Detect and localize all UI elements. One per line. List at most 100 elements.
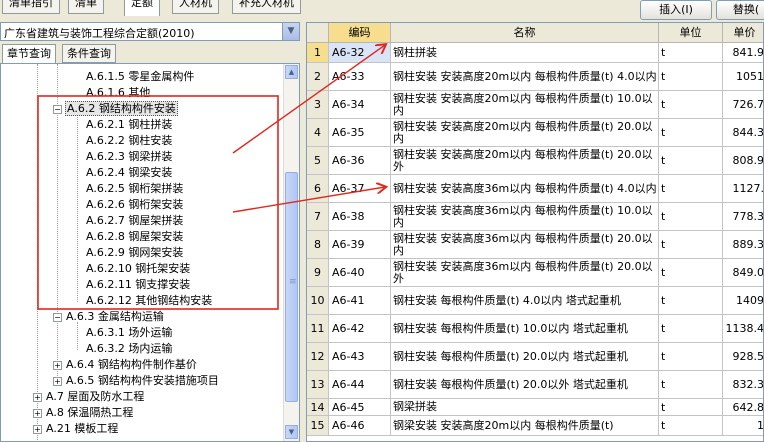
row-code[interactable]: A6-43 bbox=[329, 343, 391, 371]
row-name[interactable]: 钢柱安装 安装高度20m以内 每根构件质量(t) 20.0以外 bbox=[391, 147, 659, 175]
row-name[interactable]: 钢柱安装 每根构件质量(t) 10.0以内 塔式起重机 bbox=[391, 315, 659, 343]
row-code[interactable]: A6-42 bbox=[329, 315, 391, 343]
row-price[interactable]: 1 bbox=[723, 416, 763, 436]
row-number[interactable]: 9 bbox=[307, 259, 329, 287]
collapse-icon[interactable]: − bbox=[53, 104, 62, 114]
tree-node[interactable]: − A.6.3 金属结构运输 bbox=[53, 309, 165, 325]
table-row[interactable]: 4 A6-35 钢柱安装 安装高度20m以内 每根构件质量(t) 20.0以内 t 84… bbox=[307, 119, 763, 147]
tree-node[interactable]: A.6.2.1 钢柱拼装 bbox=[85, 117, 173, 133]
table-row[interactable]: 2 A6-33 钢柱安装 安装高度20m以内 每根构件质量(t) 4.0以内 t 105… bbox=[307, 63, 763, 91]
tree-node[interactable]: + A.21 模板工程 bbox=[33, 421, 119, 437]
tab-chapter-query[interactable]: 章节查询 bbox=[2, 44, 56, 64]
row-unit[interactable]: t bbox=[659, 231, 723, 259]
table-row[interactable]: 7 A6-38 钢柱安装 安装高度36m以内 每根构件质量(t) 10.0以内 t 77… bbox=[307, 203, 763, 231]
row-price[interactable]: 841.9 bbox=[723, 43, 763, 63]
collapse-icon[interactable]: − bbox=[53, 312, 62, 322]
scroll-down-icon[interactable]: ▼ bbox=[285, 425, 298, 439]
tree-node[interactable]: A.6.2.3 钢梁拼装 bbox=[85, 149, 173, 165]
tree-node[interactable]: + A.6.4 钢结构构件制作基价 bbox=[53, 357, 198, 373]
table-row[interactable]: 12 A6-43 钢柱安装 每根构件质量(t) 20.0以内 塔式起重机 t 928.5 bbox=[307, 343, 763, 371]
row-number[interactable]: 7 bbox=[307, 203, 329, 231]
row-number[interactable]: 2 bbox=[307, 63, 329, 91]
row-unit[interactable]: t bbox=[659, 175, 723, 203]
row-name[interactable]: 钢柱安装 每根构件质量(t) 20.0以内 塔式起重机 bbox=[391, 343, 659, 371]
row-price[interactable]: 726.7 bbox=[723, 91, 763, 119]
expand-icon[interactable]: + bbox=[53, 376, 62, 386]
row-name[interactable]: 钢柱拼装 bbox=[391, 43, 659, 63]
table-row[interactable]: 13 A6-44 钢柱安装 每根构件质量(t) 20.0以外 塔式起重机 t 832.3 bbox=[307, 371, 763, 399]
row-code[interactable]: A6-36 bbox=[329, 147, 391, 175]
tree-node[interactable]: A.6.2.8 钢屋架安装 bbox=[85, 229, 184, 245]
chapter-tree[interactable]: A.6.1.5 零星金属构件 A.6.1.6 其他 − A.6.2 钢结构构件安装… bbox=[0, 63, 300, 442]
row-name[interactable]: 钢柱安装 安装高度36m以内 每根构件质量(t) 4.0以内 bbox=[391, 175, 659, 203]
tree-node[interactable]: A.6.1.5 零星金属构件 bbox=[85, 69, 195, 85]
row-code[interactable]: A6-44 bbox=[329, 371, 391, 399]
tree-node[interactable]: A.6.2.6 钢桁架安装 bbox=[85, 197, 184, 213]
row-code[interactable]: A6-45 bbox=[329, 399, 391, 416]
table-row[interactable]: 3 A6-34 钢柱安装 安装高度20m以内 每根构件质量(t) 10.0以内 t 72… bbox=[307, 91, 763, 119]
table-row[interactable]: 14 A6-45 钢梁拼装 t 642.8 bbox=[307, 399, 763, 416]
row-code[interactable]: A6-39 bbox=[329, 231, 391, 259]
row-number[interactable]: 4 bbox=[307, 119, 329, 147]
tab-condition-query[interactable]: 条件查询 bbox=[62, 44, 116, 63]
row-code[interactable]: A6-35 bbox=[329, 119, 391, 147]
row-number[interactable]: 1 bbox=[307, 43, 329, 63]
row-price[interactable]: 1138.4 bbox=[723, 315, 763, 343]
row-code[interactable]: A6-41 bbox=[329, 287, 391, 315]
row-unit[interactable]: t bbox=[659, 203, 723, 231]
row-name[interactable]: 钢柱安装 安装高度36m以内 每根构件质量(t) 20.0以内 bbox=[391, 231, 659, 259]
header-unit[interactable]: 单位 bbox=[659, 23, 723, 43]
tree-node[interactable]: A.6.2.4 钢梁安装 bbox=[85, 165, 173, 181]
quota-library-select[interactable]: 广东省建筑与装饰工程综合定额(2010) ▼ bbox=[0, 22, 300, 41]
row-number[interactable]: 3 bbox=[307, 91, 329, 119]
tab-list[interactable]: 清单 bbox=[68, 0, 104, 14]
row-unit[interactable]: t bbox=[659, 399, 723, 416]
row-code[interactable]: A6-34 bbox=[329, 91, 391, 119]
table-row[interactable]: 1 A6-32 钢柱拼装 t 841.9 bbox=[307, 43, 763, 63]
chevron-down-icon[interactable]: ▼ bbox=[282, 23, 299, 40]
row-number[interactable]: 14 bbox=[307, 399, 329, 416]
table-row[interactable]: 5 A6-36 钢柱安装 安装高度20m以内 每根构件质量(t) 20.0以外 t 80… bbox=[307, 147, 763, 175]
row-number[interactable]: 5 bbox=[307, 147, 329, 175]
row-number[interactable]: 8 bbox=[307, 231, 329, 259]
header-price[interactable]: 单价 bbox=[723, 23, 763, 43]
row-number[interactable]: 12 bbox=[307, 343, 329, 371]
row-unit[interactable]: t bbox=[659, 63, 723, 91]
row-code[interactable]: A6-37 bbox=[329, 175, 391, 203]
tree-node[interactable]: A.6.2.7 钢屋架拼装 bbox=[85, 213, 184, 229]
row-code[interactable]: A6-33 bbox=[329, 63, 391, 91]
expand-icon[interactable]: + bbox=[33, 408, 42, 418]
row-unit[interactable]: t bbox=[659, 147, 723, 175]
quota-grid[interactable]: 编码 名称 单位 单价 1 A6-32 钢柱拼装 t 841.9 2 A6-33 钢柱安装 安… bbox=[306, 22, 764, 442]
row-price[interactable]: 889.3 bbox=[723, 231, 763, 259]
tree-node[interactable]: A.6.2.9 钢网架安装 bbox=[85, 245, 184, 261]
row-price[interactable]: 1409 bbox=[723, 287, 763, 315]
tree-node[interactable]: A.6.3.1 场外运输 bbox=[85, 325, 173, 341]
row-name[interactable]: 钢柱安装 每根构件质量(t) 20.0以外 塔式起重机 bbox=[391, 371, 659, 399]
table-row[interactable]: 11 A6-42 钢柱安装 每根构件质量(t) 10.0以内 塔式起重机 t 1138.… bbox=[307, 315, 763, 343]
row-price[interactable]: 1127. bbox=[723, 175, 763, 203]
replace-button[interactable]: 替换( bbox=[716, 0, 764, 20]
tree-node[interactable]: A.6.3.2 场内运输 bbox=[85, 341, 173, 357]
row-price[interactable]: 1051 bbox=[723, 63, 763, 91]
row-number[interactable]: 13 bbox=[307, 371, 329, 399]
tree-node[interactable]: A.6.2.2 钢柱安装 bbox=[85, 133, 173, 149]
scroll-up-icon[interactable]: ▲ bbox=[285, 65, 298, 79]
row-code[interactable]: A6-46 bbox=[329, 416, 391, 436]
table-row[interactable]: 8 A6-39 钢柱安装 安装高度36m以内 每根构件质量(t) 20.0以内 t 88… bbox=[307, 231, 763, 259]
tree-node[interactable]: A.6.2.10 钢托架安装 bbox=[85, 261, 191, 277]
tree-node[interactable]: + A.6.5 钢结构构件安装措施项目 bbox=[53, 373, 220, 389]
row-unit[interactable]: t bbox=[659, 416, 723, 436]
row-name[interactable]: 钢梁拼装 bbox=[391, 399, 659, 416]
table-row[interactable]: 10 A6-41 钢柱安装 每根构件质量(t) 4.0以内 塔式起重机 t 1409 bbox=[307, 287, 763, 315]
tree-node-selected[interactable]: − A.6.2 钢结构构件安装 bbox=[53, 101, 178, 117]
tree-scrollbar[interactable]: ▲ ▼ bbox=[283, 64, 299, 441]
row-unit[interactable]: t bbox=[659, 371, 723, 399]
row-unit[interactable]: t bbox=[659, 91, 723, 119]
row-unit[interactable]: t bbox=[659, 343, 723, 371]
tree-node[interactable]: + A.8 保温隔热工程 bbox=[33, 405, 134, 421]
row-unit[interactable]: t bbox=[659, 315, 723, 343]
table-row[interactable]: 9 A6-40 钢柱安装 安装高度36m以内 每根构件质量(t) 20.0以外 t 84… bbox=[307, 259, 763, 287]
insert-button[interactable]: 插入(I) bbox=[640, 0, 712, 20]
expand-icon[interactable]: + bbox=[33, 392, 42, 402]
